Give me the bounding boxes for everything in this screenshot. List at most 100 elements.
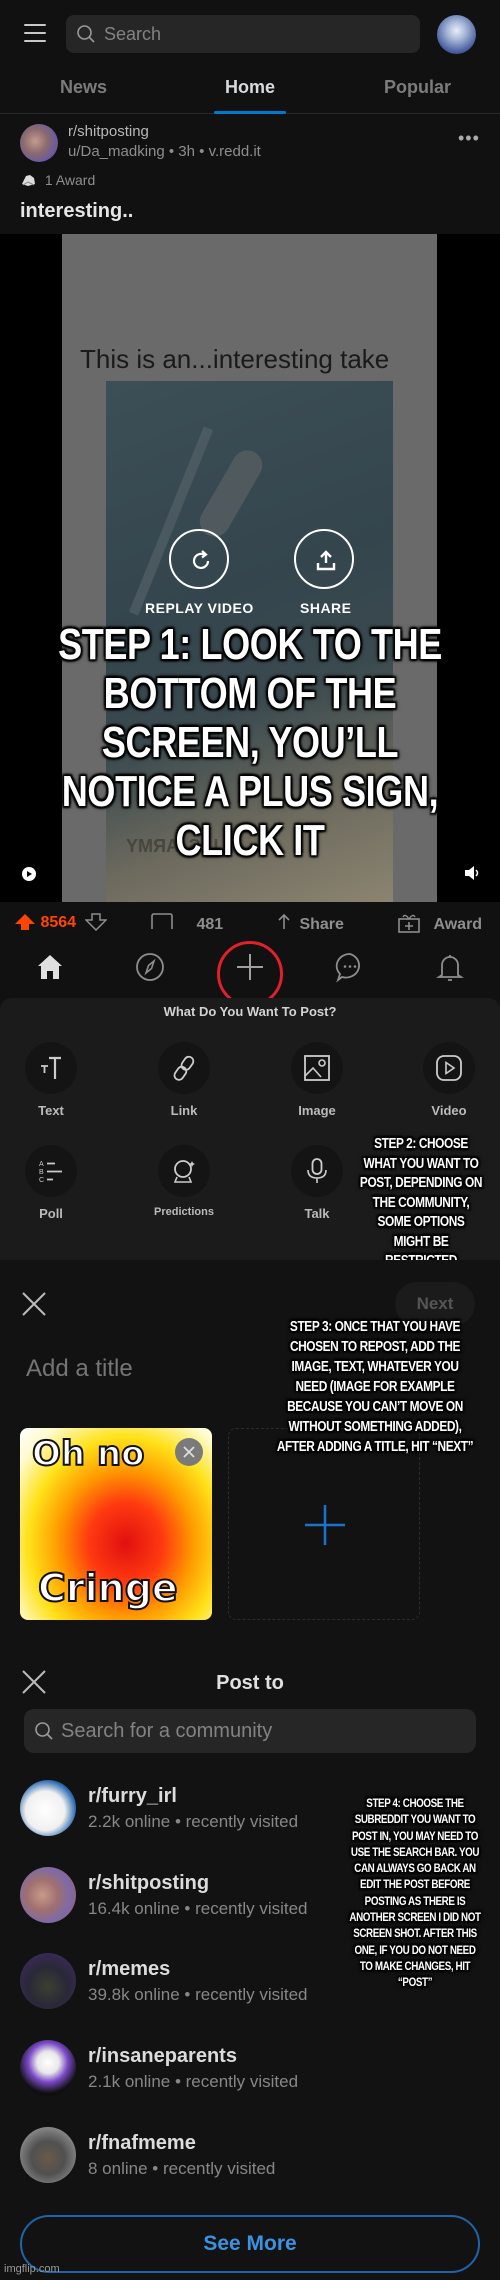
community-avatar [20, 1780, 76, 1836]
sheet-title: What Do You Want To Post? [163, 1004, 337, 1019]
search-placeholder: Search [104, 24, 162, 44]
volume-icon[interactable] [463, 864, 481, 882]
remove-image-button[interactable] [175, 1438, 203, 1466]
post-type-link[interactable]: Link [139, 1042, 229, 1118]
comment-icon [151, 913, 173, 929]
post-type-poll[interactable]: ABC Poll [6, 1145, 96, 1221]
see-more-button[interactable]: See More [20, 2215, 480, 2273]
downvote-icon[interactable] [83, 913, 108, 932]
community-meta: 2.2k online • recently visited [88, 1812, 299, 1831]
home-icon[interactable] [34, 951, 66, 983]
title-input[interactable] [26, 1355, 246, 1383]
feed-tabs: News Home Popular [0, 68, 500, 114]
more-options-icon[interactable]: ••• [458, 128, 480, 149]
post-type-text-label: Text [38, 1103, 64, 1118]
community-name: r/insaneparents [88, 2045, 237, 2067]
post-to-title: Post to [216, 1672, 284, 1694]
post-type-video[interactable]: Video [404, 1042, 494, 1118]
search-icon [35, 1722, 53, 1740]
replay-icon [192, 550, 210, 570]
plus-icon [305, 1505, 345, 1545]
step-3-annotation: STEP 3: ONCE THAT YOU HAVE CHOSEN TO REP… [276, 1319, 474, 1455]
tab-news[interactable]: News [60, 77, 107, 98]
post-subreddit[interactable]: r/shitposting [68, 123, 149, 140]
post-type-image-label: Image [298, 1103, 336, 1118]
top-bar: Search [0, 0, 500, 68]
community-meta: 39.8k online • recently visited [88, 1985, 308, 2004]
share-button[interactable]: Share [273, 913, 344, 934]
crystal-ball-icon [173, 1160, 195, 1183]
close-icon [183, 1446, 195, 1458]
image-text-bottom: Cringe [37, 1565, 179, 1611]
community-item[interactable]: r/insaneparents 2.1k online • recently v… [0, 2040, 340, 2100]
community-item[interactable]: r/furry_irl 2.2k online • recently visit… [0, 1780, 340, 1840]
replay-video-button[interactable] [169, 529, 229, 589]
community-search-placeholder: Search for a community [61, 1720, 273, 1742]
post-type-talk[interactable]: Talk [272, 1145, 362, 1221]
step-4-annotation: STEP 4: CHOOSE THE SUBREDDIT YOU WANT TO… [349, 1796, 481, 1990]
tab-popular[interactable]: Popular [384, 77, 451, 98]
explore-icon[interactable] [134, 951, 166, 983]
award-button[interactable]: Award [397, 913, 482, 934]
replay-video-label: REPLAY VIDEO [145, 600, 254, 616]
community-avatar [20, 2040, 76, 2096]
link-icon [173, 1055, 195, 1081]
user-avatar[interactable] [437, 15, 476, 54]
video-caption: This is an...interesting take [80, 344, 390, 374]
search-icon [77, 25, 95, 43]
post-title[interactable]: interesting.. [20, 200, 133, 223]
tab-home[interactable]: Home [225, 77, 275, 98]
upvote-icon [15, 914, 35, 930]
poll-icon: ABC [39, 1161, 62, 1184]
bottom-nav [0, 940, 500, 1007]
post-type-text[interactable]: Text [6, 1042, 96, 1118]
share-arrow-icon [278, 913, 290, 929]
text-icon [41, 1056, 61, 1079]
image-icon [304, 1055, 330, 1081]
search-bar[interactable]: Search [66, 15, 420, 53]
upvote-button[interactable]: 8564 [14, 913, 108, 932]
feed-screen: Search News Home Popular r/shitposting u… [0, 0, 500, 1007]
upvote-count: 8564 [40, 914, 77, 931]
autoplay-icon[interactable] [20, 864, 38, 882]
bell-icon[interactable] [434, 951, 466, 983]
post-type-poll-label: Poll [39, 1206, 63, 1221]
image-text-top: Oh no [31, 1433, 146, 1475]
community-meta: 2.1k online • recently visited [88, 2072, 299, 2091]
svg-text:C: C [39, 1177, 44, 1184]
active-tab-indicator [214, 111, 286, 114]
community-name: r/fnafmeme [88, 2132, 196, 2154]
svg-text:A: A [39, 1161, 44, 1168]
comments-button[interactable]: 481 [150, 913, 223, 934]
step-1-annotation: STEP 1: LOOK TO THE BOTTOM OF THE SCREEN… [58, 620, 442, 865]
award-count: 1 Award [44, 172, 96, 188]
menu-icon[interactable] [24, 24, 46, 44]
post-type-image[interactable]: Image [272, 1042, 362, 1118]
community-avatar [20, 1867, 76, 1923]
award-row: 1 Award [20, 172, 95, 188]
chat-icon[interactable] [334, 951, 366, 983]
post-type-video-label: Video [431, 1103, 467, 1118]
svg-text:B: B [39, 1169, 44, 1176]
community-name: r/memes [88, 1958, 171, 1980]
post-meta: u/Da_madking • 3h • v.redd.it [68, 143, 261, 160]
community-item[interactable]: r/memes 39.8k online • recently visited [0, 1953, 340, 2013]
attached-image[interactable]: Oh no Cringe [20, 1428, 212, 1620]
close-icon[interactable] [20, 1290, 48, 1318]
share-label: Share [299, 916, 344, 933]
subreddit-avatar[interactable] [20, 124, 58, 162]
video-icon [436, 1055, 462, 1081]
post-type-predictions-label: Predictions [154, 1206, 214, 1218]
community-item[interactable]: r/shitposting 16.4k online • recently vi… [0, 1867, 340, 1927]
community-search[interactable]: Search for a community [24, 1709, 476, 1753]
award-label: Award [433, 916, 483, 933]
share-icon [316, 550, 336, 571]
comment-count: 481 [196, 916, 224, 933]
post-type-talk-label: Talk [304, 1206, 330, 1221]
watermark: imgflip.com [4, 2263, 60, 2275]
post-type-predictions[interactable]: Predictions [139, 1145, 229, 1218]
community-item[interactable]: r/fnafmeme 8 online • recently visited [0, 2127, 340, 2187]
community-meta: 16.4k online • recently visited [88, 1899, 308, 1918]
community-avatar [20, 2127, 76, 2183]
share-video-button[interactable] [294, 529, 354, 589]
